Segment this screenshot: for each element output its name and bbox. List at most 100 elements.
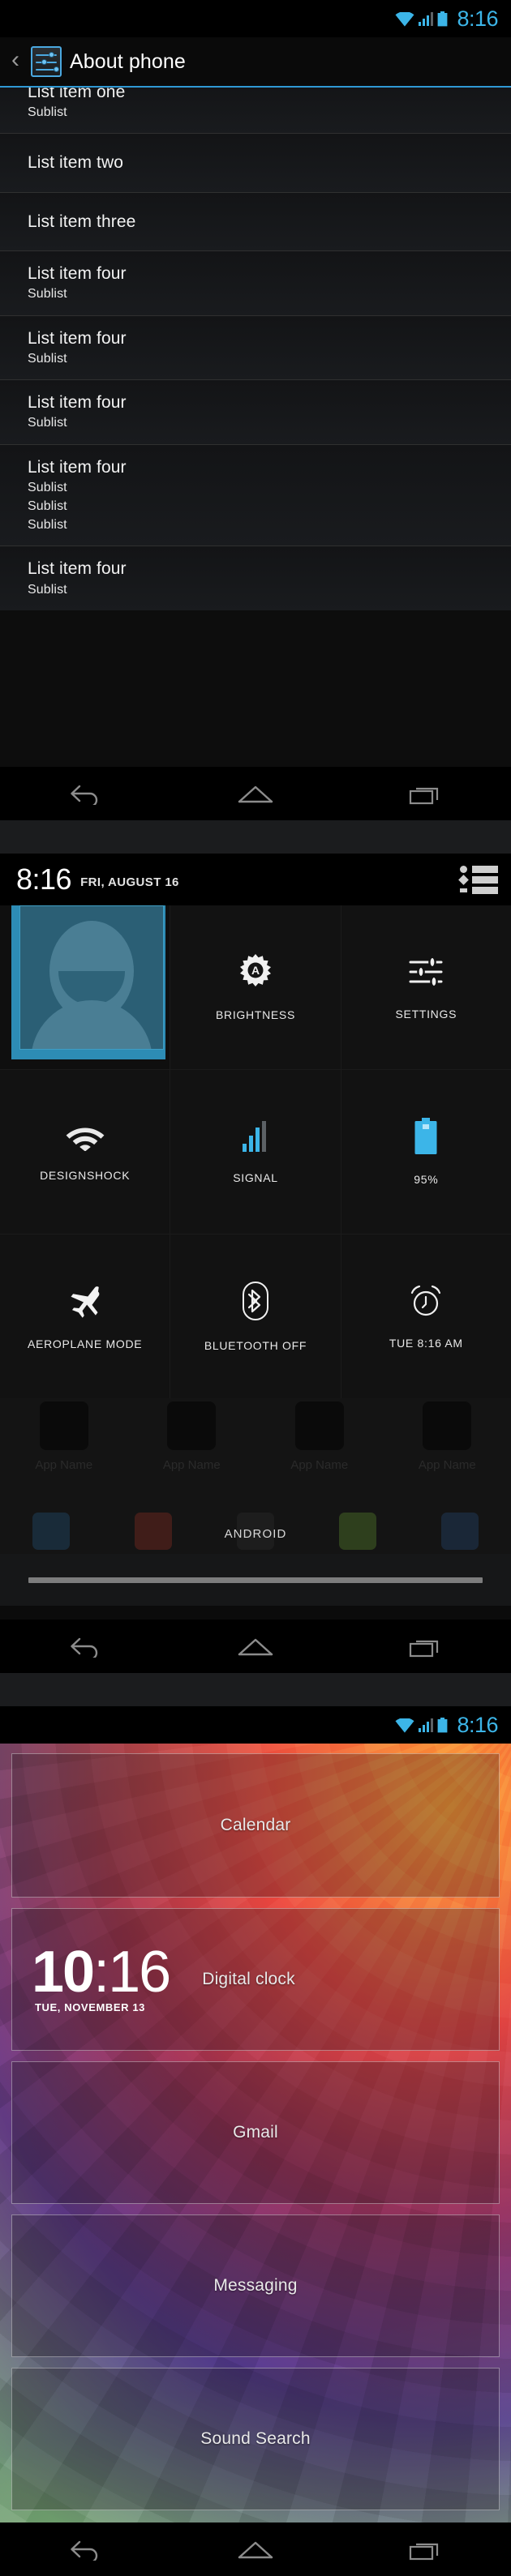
quick-settings-tile-settings[interactable]: SETTINGS bbox=[341, 905, 511, 1069]
quick-settings-clock: 8:16 bbox=[16, 862, 72, 896]
navigation-bar bbox=[0, 2523, 511, 2576]
status-bar-clock: 8:16 bbox=[457, 6, 498, 31]
list-item-title: List item three bbox=[28, 212, 136, 231]
quick-settings-tile-label: TUE 8:16 AM bbox=[389, 1337, 463, 1350]
battery-icon bbox=[437, 1717, 448, 1733]
ghost-app-item: App Name bbox=[402, 1401, 492, 1472]
ghost-app-item: App Name bbox=[147, 1401, 236, 1472]
action-bar: ‹ About phone bbox=[0, 37, 511, 88]
app-label: App Name bbox=[418, 1458, 476, 1472]
widget-item-sound-search[interactable]: Sound Search bbox=[11, 2368, 500, 2510]
home-icon[interactable] bbox=[199, 1620, 312, 1673]
quick-settings-header: 8:16 FRI, AUGUST 16 bbox=[0, 854, 511, 905]
home-icon[interactable] bbox=[199, 767, 312, 820]
settings-list[interactable]: List item one Sublist List item two List… bbox=[0, 81, 511, 610]
widget-label: Messaging bbox=[213, 2276, 298, 2295]
list-item[interactable]: List item three bbox=[0, 192, 511, 252]
signal-icon bbox=[241, 1119, 270, 1153]
home-icon[interactable] bbox=[199, 2523, 312, 2576]
quick-settings-tile-battery[interactable]: 95% bbox=[341, 1070, 511, 1234]
signal-icon bbox=[418, 1718, 434, 1733]
list-item[interactable]: List item four Sublist bbox=[0, 546, 511, 610]
list-item-sub: Sublist bbox=[28, 518, 67, 533]
quick-settings-tile-alarm[interactable]: TUE 8:16 AM bbox=[341, 1235, 511, 1398]
recents-icon[interactable] bbox=[369, 2523, 483, 2576]
list-item-sub: Sublist bbox=[28, 480, 67, 494]
widget-picker-body: Calendar 10:16 TUE, NOVEMBER 13 Digital … bbox=[0, 1744, 511, 2523]
status-bar-clock: 8:16 bbox=[457, 1712, 498, 1737]
quick-settings-tile-label: SETTINGS bbox=[395, 1008, 457, 1021]
list-item[interactable]: List item one Sublist bbox=[0, 81, 511, 135]
quick-settings-tile-aeroplane[interactable]: AEROPLANE MODE bbox=[0, 1235, 170, 1398]
navigation-bar bbox=[0, 767, 511, 820]
settings-sliders-icon bbox=[31, 46, 62, 77]
quick-settings-tile-brightness[interactable]: A BRIGHTNESS bbox=[170, 905, 341, 1069]
app-icon bbox=[423, 1401, 472, 1450]
widget-item-gmail[interactable]: Gmail bbox=[11, 2061, 500, 2204]
back-icon[interactable] bbox=[28, 767, 142, 820]
quick-settings-tile-signal[interactable]: SIGNAL bbox=[170, 1070, 341, 1234]
bluetooth-icon bbox=[242, 1281, 269, 1321]
scroll-handle-zone[interactable] bbox=[0, 1554, 511, 1606]
quick-settings-date: FRI, AUGUST 16 bbox=[80, 875, 179, 889]
clock-separator: : bbox=[93, 1940, 110, 2005]
navigation-bar bbox=[0, 1620, 511, 1673]
clock-minute: 16 bbox=[108, 1940, 171, 2005]
widget-item-messaging[interactable]: Messaging bbox=[11, 2214, 500, 2357]
list-item-title: List item four bbox=[28, 559, 127, 579]
wifi-icon bbox=[395, 1718, 414, 1733]
list-item-title: List item four bbox=[28, 264, 127, 284]
list-item[interactable]: List item four Sublist bbox=[0, 251, 511, 316]
battery-icon bbox=[414, 1118, 438, 1155]
quick-settings-tile-bluetooth[interactable]: BLUETOOTH OFF bbox=[170, 1235, 341, 1398]
quick-settings-tile-label: BRIGHTNESS bbox=[215, 1008, 295, 1021]
notification-list-icon[interactable] bbox=[458, 865, 498, 894]
aeroplane-icon bbox=[67, 1282, 104, 1320]
quick-settings-tile-wifi[interactable]: DESIGNSHOCK bbox=[0, 1070, 170, 1234]
quick-settings-tile-label: AEROPLANE MODE bbox=[28, 1337, 143, 1350]
quick-settings-tile-user[interactable] bbox=[0, 905, 170, 1069]
app-icon bbox=[39, 1401, 88, 1450]
brightness-auto-icon: A bbox=[237, 953, 274, 991]
widget-item-calendar[interactable]: Calendar bbox=[11, 1753, 500, 1898]
app-icon bbox=[167, 1401, 217, 1450]
recents-icon[interactable] bbox=[369, 1620, 483, 1673]
app-label: App Name bbox=[162, 1458, 221, 1472]
widget-item-digital-clock[interactable]: 10:16 TUE, NOVEMBER 13 Digital clock bbox=[11, 1908, 500, 2051]
settings-sliders-icon bbox=[407, 954, 444, 990]
status-bar: 8:16 bbox=[0, 0, 511, 37]
ghost-app-item: App Name bbox=[19, 1401, 109, 1472]
list-item-title: List item two bbox=[28, 153, 123, 173]
back-icon[interactable] bbox=[28, 2523, 142, 2576]
battery-icon bbox=[437, 11, 448, 27]
list-item[interactable]: List item four Sublist bbox=[0, 315, 511, 381]
page-title: About phone bbox=[70, 49, 186, 73]
alarm-clock-icon bbox=[407, 1283, 444, 1319]
scrollbar-handle[interactable] bbox=[28, 1577, 483, 1583]
signal-icon bbox=[418, 11, 434, 27]
clock-time: 10:16 bbox=[32, 1943, 171, 2001]
back-icon[interactable] bbox=[28, 1620, 142, 1673]
wifi-icon bbox=[66, 1122, 105, 1151]
ghost-app-item: App Name bbox=[275, 1401, 364, 1472]
list-item-sub: Sublist bbox=[28, 499, 67, 514]
quick-settings-tile-label: 95% bbox=[414, 1173, 439, 1186]
list-item-title: List item four bbox=[28, 393, 127, 413]
list-item-sub: Sublist bbox=[28, 287, 67, 302]
widget-list[interactable]: Calendar 10:16 TUE, NOVEMBER 13 Digital … bbox=[0, 1744, 511, 2520]
list-item[interactable]: List item four Sublist Sublist Sublist bbox=[0, 444, 511, 547]
list-item-title: List item four bbox=[28, 328, 127, 348]
quick-settings-tile-label: SIGNAL bbox=[233, 1171, 278, 1184]
clock-date: TUE, NOVEMBER 13 bbox=[35, 2000, 146, 2013]
status-bar: 8:16 bbox=[0, 1706, 511, 1744]
status-icons bbox=[395, 1717, 448, 1733]
app-icon bbox=[294, 1401, 344, 1450]
quick-settings-tile-label: BLUETOOTH OFF bbox=[204, 1339, 307, 1352]
back-chevron-icon[interactable]: ‹ bbox=[8, 48, 23, 75]
svg-text:A: A bbox=[251, 964, 260, 977]
list-item-title: List item four bbox=[28, 457, 127, 477]
list-item[interactable]: List item two bbox=[0, 134, 511, 193]
app-label: App Name bbox=[35, 1458, 93, 1472]
recents-icon[interactable] bbox=[369, 767, 483, 820]
list-item[interactable]: List item four Sublist bbox=[0, 380, 511, 445]
